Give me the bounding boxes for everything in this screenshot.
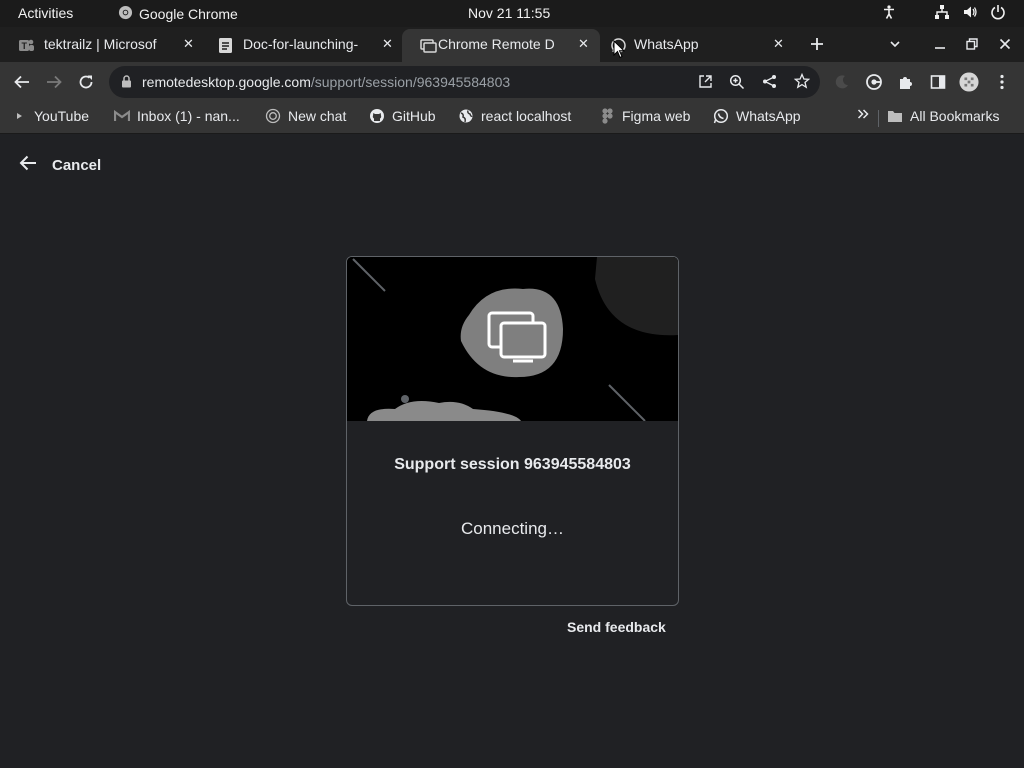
bookmarks-bar: YouTube Inbox (1) - nan... New chat GitH…: [0, 102, 1024, 134]
forward-arrow-icon[interactable]: [44, 72, 64, 92]
browser-toolbar: remotedesktop.google.com/support/session…: [0, 62, 1024, 102]
open-in-app-icon[interactable]: [698, 74, 713, 94]
dark-mode-moon-icon[interactable]: [832, 72, 852, 92]
hero-illustration: [347, 257, 678, 422]
tab-chrome-remote-desktop[interactable]: Chrome Remote De ✕: [402, 29, 600, 62]
globe-icon: [458, 108, 474, 124]
teams-icon: T: [18, 37, 35, 54]
bookmark-react-localhost[interactable]: react localhost: [458, 108, 571, 124]
tab-title: WhatsApp: [634, 36, 699, 52]
bookmark-figma[interactable]: Figma web: [599, 108, 690, 124]
support-session-card: Support session 963945584803 Connecting…: [346, 256, 679, 606]
new-tab-icon[interactable]: [807, 34, 827, 54]
docs-icon: [217, 37, 234, 54]
cancel-label: Cancel: [52, 156, 102, 174]
youtube-icon: [11, 108, 27, 124]
system-top-bar: Activities Google Chrome Nov 21 11:55: [0, 0, 1024, 27]
folder-icon: [887, 108, 903, 124]
back-arrow-icon[interactable]: [12, 72, 32, 92]
whatsapp-icon: [713, 108, 729, 124]
side-panel-icon[interactable]: [928, 72, 948, 92]
chrome-icon: [118, 5, 133, 23]
bookmark-whatsapp[interactable]: WhatsApp: [713, 108, 801, 124]
app-name: Google Chrome: [139, 6, 238, 22]
tab-docs[interactable]: Doc-for-launching- ✕: [199, 29, 404, 62]
close-icon[interactable]: ✕: [773, 36, 784, 52]
cancel-button[interactable]: Cancel: [18, 153, 101, 177]
back-arrow-icon: [18, 153, 38, 177]
close-icon[interactable]: ✕: [578, 36, 589, 52]
volume-icon[interactable]: [962, 4, 978, 20]
tab-whatsapp[interactable]: WhatsApp ✕: [600, 29, 800, 62]
send-feedback-link[interactable]: Send feedback: [567, 619, 666, 635]
app-menu[interactable]: Google Chrome: [118, 5, 238, 23]
bookmarks-divider: [878, 110, 879, 127]
network-icon[interactable]: [934, 4, 950, 20]
mail-icon: [114, 108, 130, 124]
clock[interactable]: Nov 21 11:55: [468, 5, 550, 21]
share-icon[interactable]: [762, 74, 777, 94]
bookmark-inbox[interactable]: Inbox (1) - nan...: [114, 108, 240, 124]
connection-status: Connecting…: [460, 519, 564, 538]
lock-icon[interactable]: [121, 75, 132, 93]
all-bookmarks-folder[interactable]: All Bookmarks: [887, 108, 999, 124]
tab-title: Chrome Remote De: [438, 36, 554, 52]
tab-title: Doc-for-launching-: [243, 36, 359, 52]
activities-button[interactable]: Activities: [18, 5, 73, 21]
bookmark-star-icon[interactable]: [793, 72, 811, 94]
address-bar[interactable]: remotedesktop.google.com/support/session…: [109, 66, 820, 98]
close-window-icon[interactable]: [995, 34, 1015, 54]
remote-desktop-icon: [420, 37, 437, 54]
page-content: Cancel Support session 963945584803 Conn…: [0, 135, 1024, 768]
accessibility-icon[interactable]: [881, 4, 897, 20]
extensions-puzzle-icon[interactable]: [896, 72, 916, 92]
bookmark-github[interactable]: GitHub: [369, 108, 436, 124]
kebab-menu-icon[interactable]: [992, 72, 1012, 92]
reload-icon[interactable]: [76, 72, 96, 92]
power-icon[interactable]: [990, 4, 1006, 20]
close-icon[interactable]: ✕: [183, 36, 194, 52]
tab-search-chevron-down-icon[interactable]: [885, 34, 905, 54]
tab-strip: T tektrailz | Microsof ✕ Doc-for-launchi…: [0, 27, 1024, 79]
extension-circle-icon[interactable]: [864, 72, 884, 92]
more-bookmarks-chevron-icon[interactable]: [857, 107, 869, 121]
svg-text:T: T: [22, 41, 28, 51]
github-icon: [369, 108, 385, 124]
profile-avatar[interactable]: [959, 72, 979, 92]
chatgpt-icon: [265, 108, 281, 124]
close-icon[interactable]: ✕: [382, 36, 393, 52]
zoom-icon[interactable]: [729, 74, 745, 95]
tab-title: tektrailz | Microsof: [44, 36, 157, 52]
bookmark-new-chat[interactable]: New chat: [265, 108, 346, 124]
figma-icon: [599, 108, 615, 124]
mouse-pointer-icon: [613, 39, 626, 65]
session-title: Support session 963945584803: [394, 456, 631, 473]
url-text[interactable]: remotedesktop.google.com/support/session…: [142, 74, 510, 90]
minimize-icon[interactable]: [930, 34, 950, 54]
bookmark-youtube[interactable]: YouTube: [11, 108, 89, 124]
restore-icon[interactable]: [962, 34, 982, 54]
tab-teams[interactable]: T tektrailz | Microsof ✕: [0, 29, 205, 62]
